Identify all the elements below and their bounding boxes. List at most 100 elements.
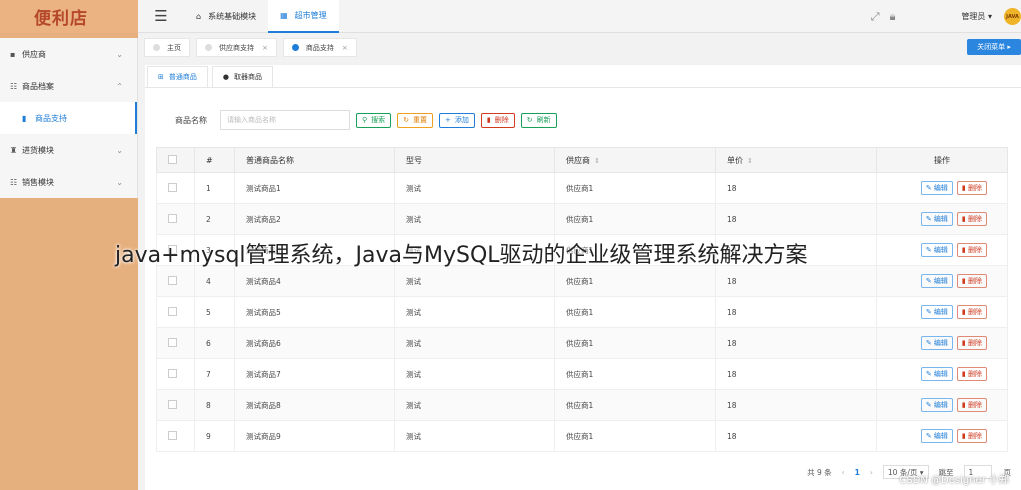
top-tab-system[interactable]: ⌂ 系统基础模块	[184, 0, 268, 33]
table-row[interactable]: 4 测试商品4 测试 供应商1 18 ✎ 编辑 ▮ 删除	[156, 265, 1008, 297]
cell-model: 测试	[394, 358, 555, 390]
sidebar-item-sales[interactable]: ☷ 销售模块 ⌄	[0, 166, 137, 198]
search-input[interactable]	[220, 110, 350, 130]
box-icon: ▪	[10, 49, 16, 59]
cell-price: 18	[715, 389, 877, 421]
delete-label: 删除	[968, 215, 982, 223]
edit-label: 编辑	[933, 401, 948, 409]
cell-price: 18	[715, 296, 877, 328]
lock-icon[interactable]: 🔒︎	[890, 10, 896, 24]
edit-button[interactable]: ✎ 编辑	[920, 398, 953, 412]
page-tab-supplier-support[interactable]: 供应商支持 ×	[196, 38, 277, 57]
row-checkbox[interactable]	[168, 275, 177, 285]
row-delete-button[interactable]: ▮ 删除	[956, 398, 987, 412]
row-checkbox[interactable]	[168, 182, 177, 192]
edit-button[interactable]: ✎ 编辑	[920, 181, 953, 195]
page-tabs-bar: 主页 供应商支持 × 商品支持 × 关闭菜单 ▸	[138, 36, 1021, 59]
table-row[interactable]: 5 测试商品5 测试 供应商1 18 ✎ 编辑 ▮ 删除	[156, 296, 1008, 328]
edit-icon: ✎	[925, 432, 934, 440]
prev-page-button[interactable]: ‹	[842, 468, 845, 477]
hamburger-menu-icon[interactable]: ☰	[138, 7, 184, 25]
close-icon[interactable]: ×	[262, 44, 268, 52]
user-menu[interactable]: 管理员 ▾	[961, 11, 992, 22]
plus-icon: +	[445, 116, 451, 124]
row-checkbox[interactable]	[168, 337, 177, 347]
close-menu-button[interactable]: 关闭菜单 ▸	[967, 39, 1021, 55]
table-header-row: # 普通商品名称 型号 供应商 ⇕ 单价 ⇕ 操作	[156, 147, 1008, 173]
cell-index: 1	[194, 172, 235, 204]
row-checkbox[interactable]	[168, 306, 177, 316]
page-number-1[interactable]: 1	[855, 468, 860, 477]
subtab-other-goods[interactable]: ● 取器商品	[211, 65, 273, 87]
chevron-down-icon: ⌄	[116, 49, 123, 59]
page-tab-home[interactable]: 主页	[144, 38, 190, 57]
edit-button[interactable]: ✎ 编辑	[920, 429, 953, 443]
edit-icon: ✎	[925, 370, 934, 378]
windows-icon: ⊞	[158, 72, 164, 81]
avatar[interactable]: JAVA	[1004, 8, 1021, 25]
row-checkbox[interactable]	[168, 399, 177, 409]
home-icon: ⌂	[196, 11, 202, 21]
grid-icon: ☷	[10, 177, 18, 187]
table-row[interactable]: 2 测试商品2 测试 供应商1 18 ✎ 编辑 ▮ 删除	[156, 203, 1008, 235]
cell-name: 测试商品4	[234, 265, 395, 297]
delete-button[interactable]: ▮ 删除	[480, 112, 515, 128]
cell-model: 测试	[394, 203, 555, 235]
edit-button[interactable]: ✎ 编辑	[920, 367, 953, 381]
row-checkbox[interactable]	[168, 213, 177, 223]
sidebar-item-supplier[interactable]: ▪ 供应商 ⌄	[0, 38, 137, 70]
table-row[interactable]: 7 测试商品7 测试 供应商1 18 ✎ 编辑 ▮ 删除	[156, 358, 1008, 390]
col-price-label: 单价	[727, 155, 743, 165]
delete-label: 删除	[968, 277, 982, 285]
add-button[interactable]: + 添加	[439, 112, 475, 128]
app-logo[interactable]: 便利店	[0, 0, 138, 33]
edit-button[interactable]: ✎ 编辑	[920, 305, 953, 319]
search-label: 商品名称	[175, 115, 207, 125]
row-checkbox[interactable]	[168, 430, 177, 440]
cell-actions: ✎ 编辑 ▮ 删除	[876, 358, 1008, 390]
sort-icon[interactable]: ⇕	[594, 157, 600, 165]
close-icon[interactable]: ×	[342, 44, 348, 52]
fullscreen-icon[interactable]: ⤢	[871, 10, 880, 24]
reset-button[interactable]: ↻ 重置	[397, 112, 434, 128]
edit-button[interactable]: ✎ 编辑	[920, 243, 953, 257]
row-select-cell	[156, 358, 195, 390]
edit-button[interactable]: ✎ 编辑	[920, 336, 953, 350]
sidebar-item-goods-archive[interactable]: ☷ 商品档案 ⌃	[0, 70, 137, 102]
cell-model: 测试	[394, 389, 555, 421]
row-delete-button[interactable]: ▮ 删除	[956, 336, 987, 350]
row-delete-button[interactable]: ▮ 删除	[956, 212, 987, 226]
button-label: 搜索	[371, 116, 386, 124]
sidebar-menu: ▪ 供应商 ⌄ ☷ 商品档案 ⌃ ▮ 商品支持 ♜ 进货模块 ⌄ ☷ 销售模块 …	[0, 38, 138, 198]
sidebar-item-purchase[interactable]: ♜ 进货模块 ⌄	[0, 134, 137, 166]
refresh-button[interactable]: ↻ 刷新	[520, 112, 557, 128]
sort-icon[interactable]: ⇕	[747, 157, 753, 165]
row-delete-button[interactable]: ▮ 删除	[956, 274, 987, 288]
search-button[interactable]: ⚲ 搜索	[356, 112, 392, 128]
row-delete-button[interactable]: ▮ 删除	[956, 243, 987, 257]
next-page-button[interactable]: ›	[870, 468, 873, 477]
cell-index: 4	[194, 265, 235, 297]
page-tab-goods-support[interactable]: 商品支持 ×	[282, 38, 357, 57]
cell-model: 测试	[394, 420, 555, 452]
row-delete-button[interactable]: ▮ 删除	[956, 367, 987, 381]
sidebar-item-goods-support[interactable]: ▮ 商品支持	[0, 102, 137, 134]
table-row[interactable]: 1 测试商品1 测试 供应商1 18 ✎ 编辑 ▮ 删除	[156, 172, 1008, 204]
table-row[interactable]: 6 测试商品6 测试 供应商1 18 ✎ 编辑 ▮ 删除	[156, 327, 1008, 359]
top-tab-supermarket[interactable]: ▦ 超市管理	[268, 0, 339, 33]
edit-button[interactable]: ✎ 编辑	[920, 274, 953, 288]
subtab-normal-goods[interactable]: ⊞ 普通商品	[147, 65, 208, 87]
select-all-checkbox[interactable]	[168, 154, 177, 164]
table-row[interactable]: 9 测试商品9 测试 供应商1 18 ✎ 编辑 ▮ 删除	[156, 420, 1008, 452]
row-checkbox[interactable]	[168, 368, 177, 378]
row-delete-button[interactable]: ▮ 删除	[956, 305, 987, 319]
row-delete-button[interactable]: ▮ 删除	[956, 429, 987, 443]
cell-supplier: 供应商1	[554, 265, 716, 297]
row-delete-button[interactable]: ▮ 删除	[956, 181, 987, 195]
col-supplier[interactable]: 供应商 ⇕	[554, 147, 716, 173]
cell-name: 测试商品7	[234, 358, 395, 390]
col-price[interactable]: 单价 ⇕	[715, 147, 877, 173]
edit-icon: ✎	[925, 339, 934, 347]
table-row[interactable]: 8 测试商品8 测试 供应商1 18 ✎ 编辑 ▮ 删除	[156, 389, 1008, 421]
edit-button[interactable]: ✎ 编辑	[920, 212, 953, 226]
